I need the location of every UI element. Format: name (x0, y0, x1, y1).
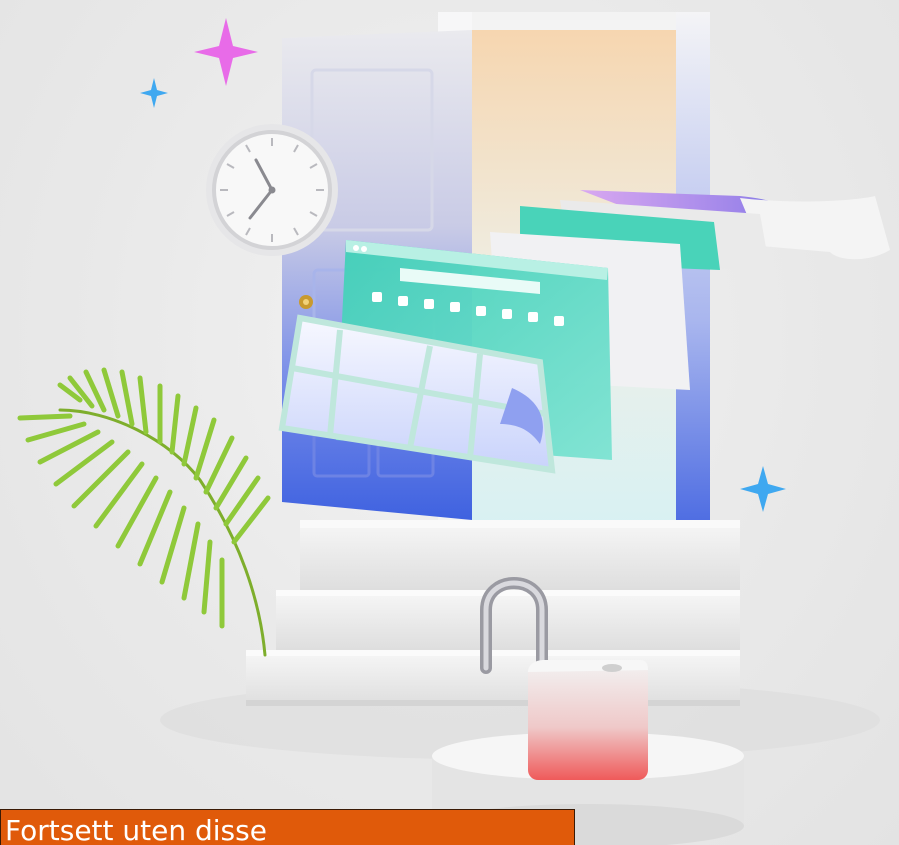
sparkle-icon (194, 18, 258, 86)
continue-without-these-button[interactable]: Fortsett uten disse (0, 809, 575, 845)
palm-leaf-icon (17, 367, 271, 657)
clock-icon (206, 124, 338, 256)
stairs (246, 520, 740, 706)
sparkle-icon (140, 78, 168, 108)
sparkle-icon (740, 466, 786, 512)
hero-illustration (0, 0, 899, 845)
illustration-canvas (17, 12, 890, 845)
